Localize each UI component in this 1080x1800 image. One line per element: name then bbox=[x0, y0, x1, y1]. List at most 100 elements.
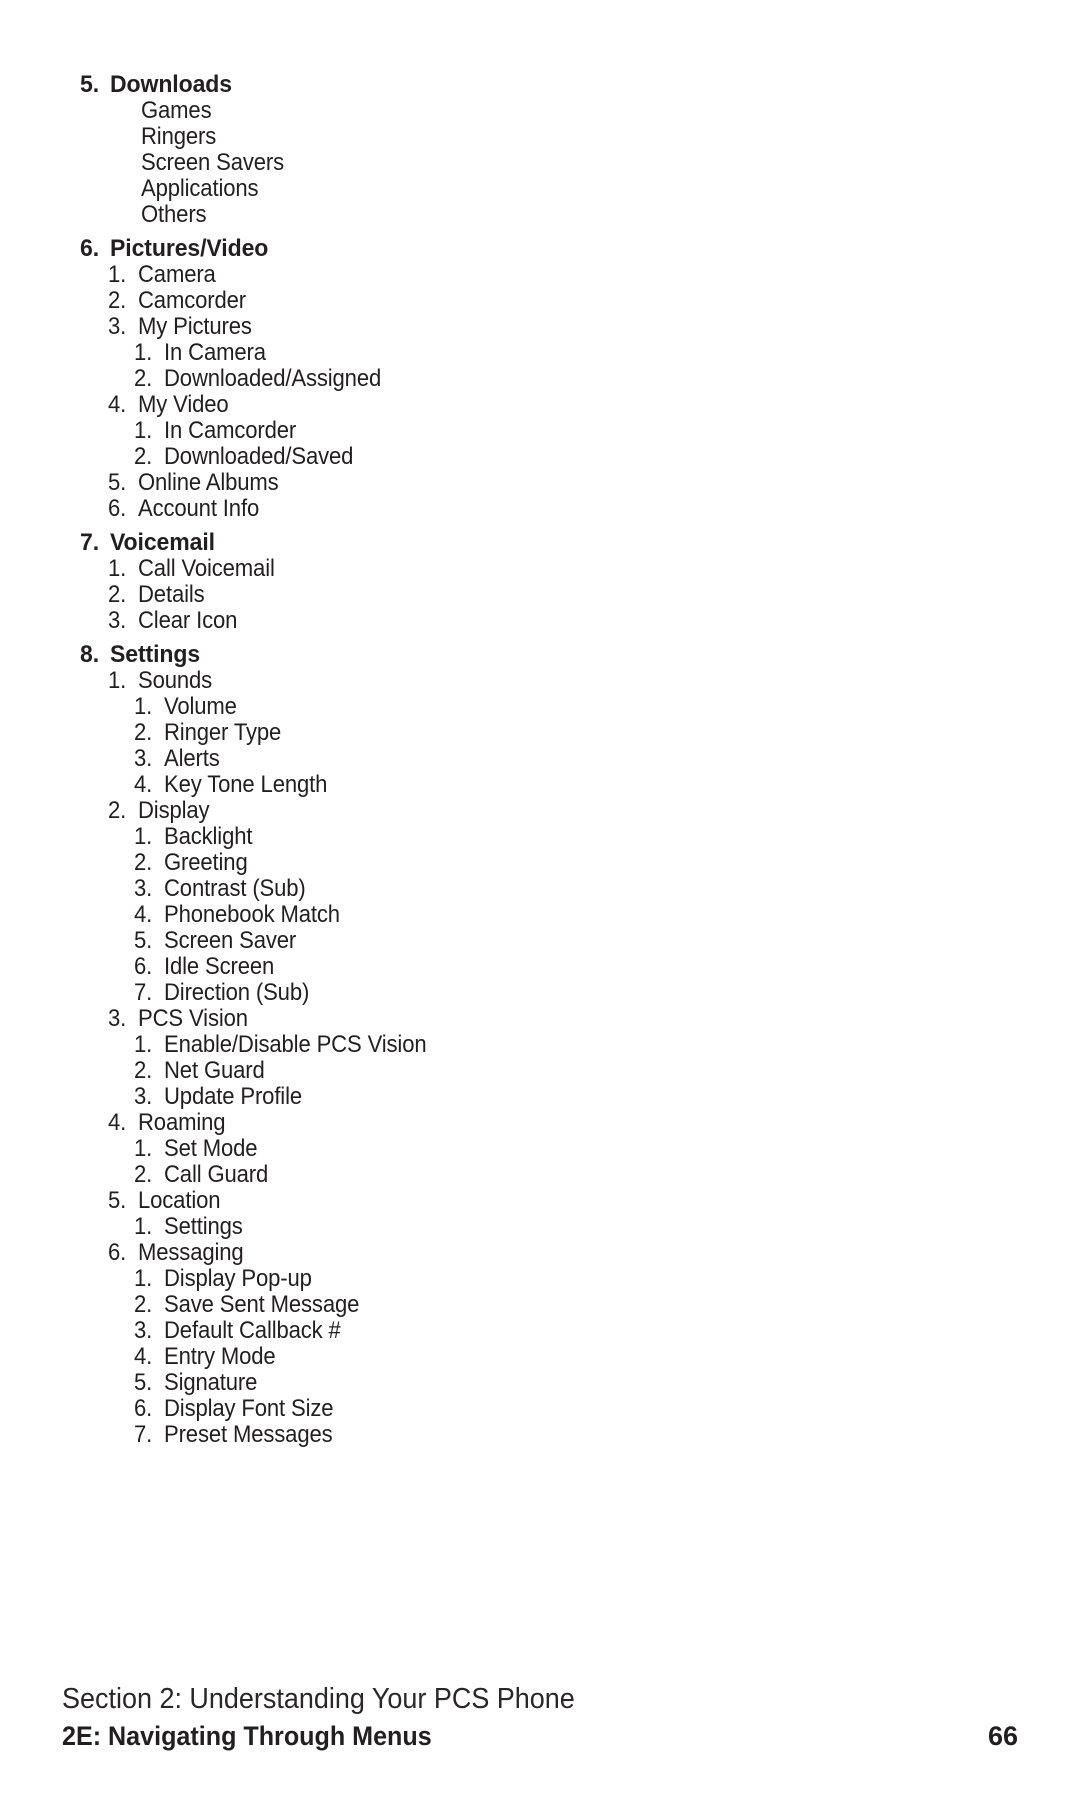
menu-item-marker: 2. bbox=[134, 719, 153, 746]
menu-item-label: Volume bbox=[164, 693, 237, 720]
menu-item-row: 1. Call Voicemail bbox=[0, 556, 1080, 582]
menu-item-marker: 2. bbox=[134, 365, 153, 392]
menu-item-label: Display Font Size bbox=[164, 1395, 334, 1422]
menu-item-marker: 1. bbox=[134, 1031, 153, 1058]
menu-item-marker: 6. bbox=[108, 1239, 127, 1266]
menu-item-marker: 2. bbox=[108, 797, 127, 824]
menu-heading-row: 7. Voicemail bbox=[0, 530, 1080, 556]
menu-item-label: Clear Icon bbox=[138, 607, 238, 634]
menu-item-label: Pictures/Video bbox=[110, 235, 269, 262]
menu-item-label: In Camcorder bbox=[164, 417, 297, 444]
footer-section-title: Section 2: Understanding Your PCS Phone bbox=[62, 1683, 575, 1715]
menu-item-label: Camera bbox=[138, 261, 216, 288]
menu-item-marker: 6. bbox=[80, 235, 100, 262]
menu-item-marker: 3. bbox=[134, 875, 153, 902]
menu-item-row: 2. Ringer Type bbox=[0, 720, 1080, 746]
menu-item-marker: 1. bbox=[134, 1213, 153, 1240]
menu-item-row: 4. Key Tone Length bbox=[0, 772, 1080, 798]
menu-item-label: Update Profile bbox=[164, 1083, 302, 1110]
menu-item-row: 1. Sounds bbox=[0, 668, 1080, 694]
menu-item-row: 6. Account Info bbox=[0, 496, 1080, 522]
page-number: 66 bbox=[987, 1721, 1018, 1751]
menu-item-row: 5. Signature bbox=[0, 1370, 1080, 1396]
menu-item-marker: 4. bbox=[108, 391, 127, 418]
menu-item-marker: 4. bbox=[134, 1343, 153, 1370]
menu-item-marker: 6. bbox=[134, 1395, 153, 1422]
menu-item-marker: 1. bbox=[134, 693, 153, 720]
menu-item-marker: 5. bbox=[134, 1369, 153, 1396]
menu-item-row: 1. Set Mode bbox=[0, 1136, 1080, 1162]
menu-item-row: 1. Enable/Disable PCS Vision bbox=[0, 1032, 1080, 1058]
menu-item-label: Games bbox=[141, 97, 212, 124]
menu-item-marker: 2. bbox=[134, 443, 153, 470]
menu-item-label: Screen Savers bbox=[141, 149, 285, 176]
page-footer: Section 2: Understanding Your PCS Phone … bbox=[0, 1682, 1080, 1772]
menu-item-marker: 3. bbox=[108, 607, 127, 634]
menu-item-row: 4. Phonebook Match bbox=[0, 902, 1080, 928]
menu-item-marker: 7. bbox=[134, 979, 153, 1006]
menu-item-marker: 2. bbox=[134, 1057, 153, 1084]
menu-item-row: 3. Update Profile bbox=[0, 1084, 1080, 1110]
menu-item-marker: 7. bbox=[80, 529, 100, 556]
menu-item-label: Details bbox=[138, 581, 205, 608]
menu-item-row: Screen Savers bbox=[0, 150, 1080, 176]
menu-item-row: 5. Location bbox=[0, 1188, 1080, 1214]
menu-item-label: Messaging bbox=[138, 1239, 244, 1266]
menu-item-row: 1. Volume bbox=[0, 694, 1080, 720]
menu-item-row: 6. Idle Screen bbox=[0, 954, 1080, 980]
menu-item-row: 3. My Pictures bbox=[0, 314, 1080, 340]
menu-item-label: Enable/Disable PCS Vision bbox=[164, 1031, 427, 1058]
menu-item-marker: 5. bbox=[108, 469, 127, 496]
menu-item-marker: 1. bbox=[134, 823, 153, 850]
menu-item-label: Display bbox=[138, 797, 210, 824]
menu-item-row: 1. Display Pop-up bbox=[0, 1266, 1080, 1292]
menu-item-label: Display Pop-up bbox=[164, 1265, 312, 1292]
menu-item-label: Default Callback # bbox=[164, 1317, 341, 1344]
menu-heading-row: 5. Downloads bbox=[0, 72, 1080, 98]
menu-item-label: Alerts bbox=[164, 745, 220, 772]
menu-item-row: 4. Roaming bbox=[0, 1110, 1080, 1136]
menu-item-row: Applications bbox=[0, 176, 1080, 202]
menu-item-row: 2. Downloaded/Saved bbox=[0, 444, 1080, 470]
menu-item-label: Call Guard bbox=[164, 1161, 269, 1188]
menu-heading-row: 8. Settings bbox=[0, 642, 1080, 668]
menu-item-label: Idle Screen bbox=[164, 953, 275, 980]
menu-item-label: Downloaded/Saved bbox=[164, 443, 354, 470]
menu-item-label: Location bbox=[138, 1187, 221, 1214]
menu-item-row: 6. Display Font Size bbox=[0, 1396, 1080, 1422]
menu-item-label: Signature bbox=[164, 1369, 258, 1396]
menu-item-marker: 1. bbox=[134, 1265, 153, 1292]
menu-item-label: Applications bbox=[141, 175, 259, 202]
menu-item-marker: 2. bbox=[134, 1291, 153, 1318]
menu-item-marker: 6. bbox=[134, 953, 153, 980]
menu-item-row: 3. Clear Icon bbox=[0, 608, 1080, 634]
menu-item-marker: 4. bbox=[134, 901, 153, 928]
menu-item-marker: 3. bbox=[108, 1005, 127, 1032]
menu-item-row: Others bbox=[0, 202, 1080, 228]
menu-item-row: 3. Alerts bbox=[0, 746, 1080, 772]
menu-item-label: Settings bbox=[164, 1213, 243, 1240]
menu-item-row: 1. In Camcorder bbox=[0, 418, 1080, 444]
menu-outline-list: 5. Downloads Games Ringers Screen Savers Appl… bbox=[0, 72, 1080, 1448]
menu-item-label: Others bbox=[141, 201, 207, 228]
menu-item-row: 2. Greeting bbox=[0, 850, 1080, 876]
menu-item-marker: 3. bbox=[108, 313, 127, 340]
menu-item-label: Online Albums bbox=[138, 469, 279, 496]
menu-item-marker: 1. bbox=[108, 261, 127, 288]
menu-item-marker: 3. bbox=[134, 1317, 153, 1344]
menu-item-marker: 6. bbox=[108, 495, 127, 522]
menu-item-row: 1. Backlight bbox=[0, 824, 1080, 850]
menu-item-row: 2. Display bbox=[0, 798, 1080, 824]
menu-item-marker: 1. bbox=[134, 339, 153, 366]
footer-chapter-title: 2E: Navigating Through Menus bbox=[62, 1721, 432, 1751]
menu-item-label: Entry Mode bbox=[164, 1343, 276, 1370]
menu-item-marker: 5. bbox=[134, 927, 153, 954]
menu-item-marker: 2. bbox=[108, 287, 127, 314]
menu-item-row: 3. Default Callback # bbox=[0, 1318, 1080, 1344]
menu-item-label: Roaming bbox=[138, 1109, 226, 1136]
menu-item-label: Account Info bbox=[138, 495, 260, 522]
menu-item-row: Games bbox=[0, 98, 1080, 124]
menu-item-row: 2. Details bbox=[0, 582, 1080, 608]
menu-item-marker: 1. bbox=[108, 667, 127, 694]
menu-item-marker: 2. bbox=[134, 849, 153, 876]
